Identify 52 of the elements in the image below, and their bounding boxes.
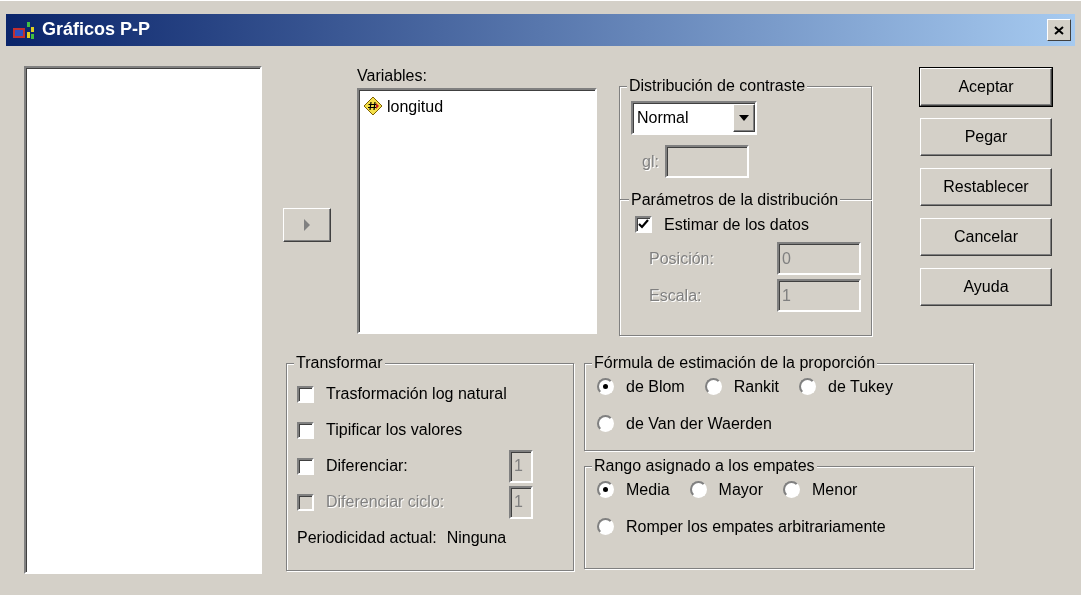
field-label: Posición: [649,249,715,269]
field-label: gl: [642,151,659,172]
checkbox[interactable] [297,421,314,439]
radio-button[interactable] [597,518,614,535]
dropdown-value: Normal [637,108,689,128]
dropdown-button[interactable] [733,104,755,132]
radio-label: de Van der Waerden [626,413,772,434]
checkbox[interactable] [297,457,314,475]
window-title: Gráficos P-P [42,19,151,41]
move-button[interactable] [283,208,331,242]
radio-button[interactable] [689,481,707,498]
radio-label: de Blom [626,376,685,397]
checkbox[interactable] [635,216,652,234]
checkbox-label: Estimar de los datos [664,215,809,235]
radio-button[interactable] [799,378,817,395]
group-title: Fórmula de estimación de la proporción [592,353,878,373]
checkbox-label: Diferenciar: [326,456,408,476]
variable-list[interactable]: longitud [357,88,597,335]
radio-label: Menor [812,479,858,500]
radio-button[interactable] [597,481,614,498]
radio-label: Mayor [718,479,764,500]
field-value: Ninguna [446,528,507,548]
section-title: Parámetros de la distribución [630,190,840,210]
close-icon [1054,25,1064,35]
caret-icon [739,115,749,121]
check-icon [638,219,649,231]
radio-label: Media [626,479,670,500]
radio-button[interactable] [597,378,614,395]
radio-button[interactable] [704,378,722,395]
dialog-button[interactable]: Restablecer [920,168,1052,206]
list-label: Variables: [357,66,428,86]
dialog-button[interactable]: Ayuda [920,268,1052,306]
radio-label: Romper los empates arbitrariamente [626,516,886,537]
dialog-button[interactable]: Cancelar [920,218,1052,256]
field-label: Periodicidad actual: [297,528,437,548]
radio-button[interactable] [783,481,801,498]
radio-label: de Tukey [828,376,893,397]
checkbox-label: Diferenciar ciclo: [326,492,445,512]
arrow-icon [303,218,311,232]
scale-icon [363,96,383,117]
close-button[interactable] [1047,19,1071,41]
dropdown[interactable]: Normal [631,101,757,135]
variable-item[interactable]: longitud [387,96,444,116]
dialog-button[interactable]: Aceptar [920,68,1052,106]
checkbox[interactable] [297,385,314,403]
group-title: Rango asignado a los empates [592,456,817,476]
radio-label: Rankit [733,376,780,397]
dialog-button[interactable]: Pegar [920,118,1052,156]
radio-button[interactable] [597,415,614,432]
checkbox-label: Tipificar los valores [326,420,463,440]
checkbox-label: Trasformación log natural [326,384,507,404]
field-label: Escala: [649,286,703,306]
